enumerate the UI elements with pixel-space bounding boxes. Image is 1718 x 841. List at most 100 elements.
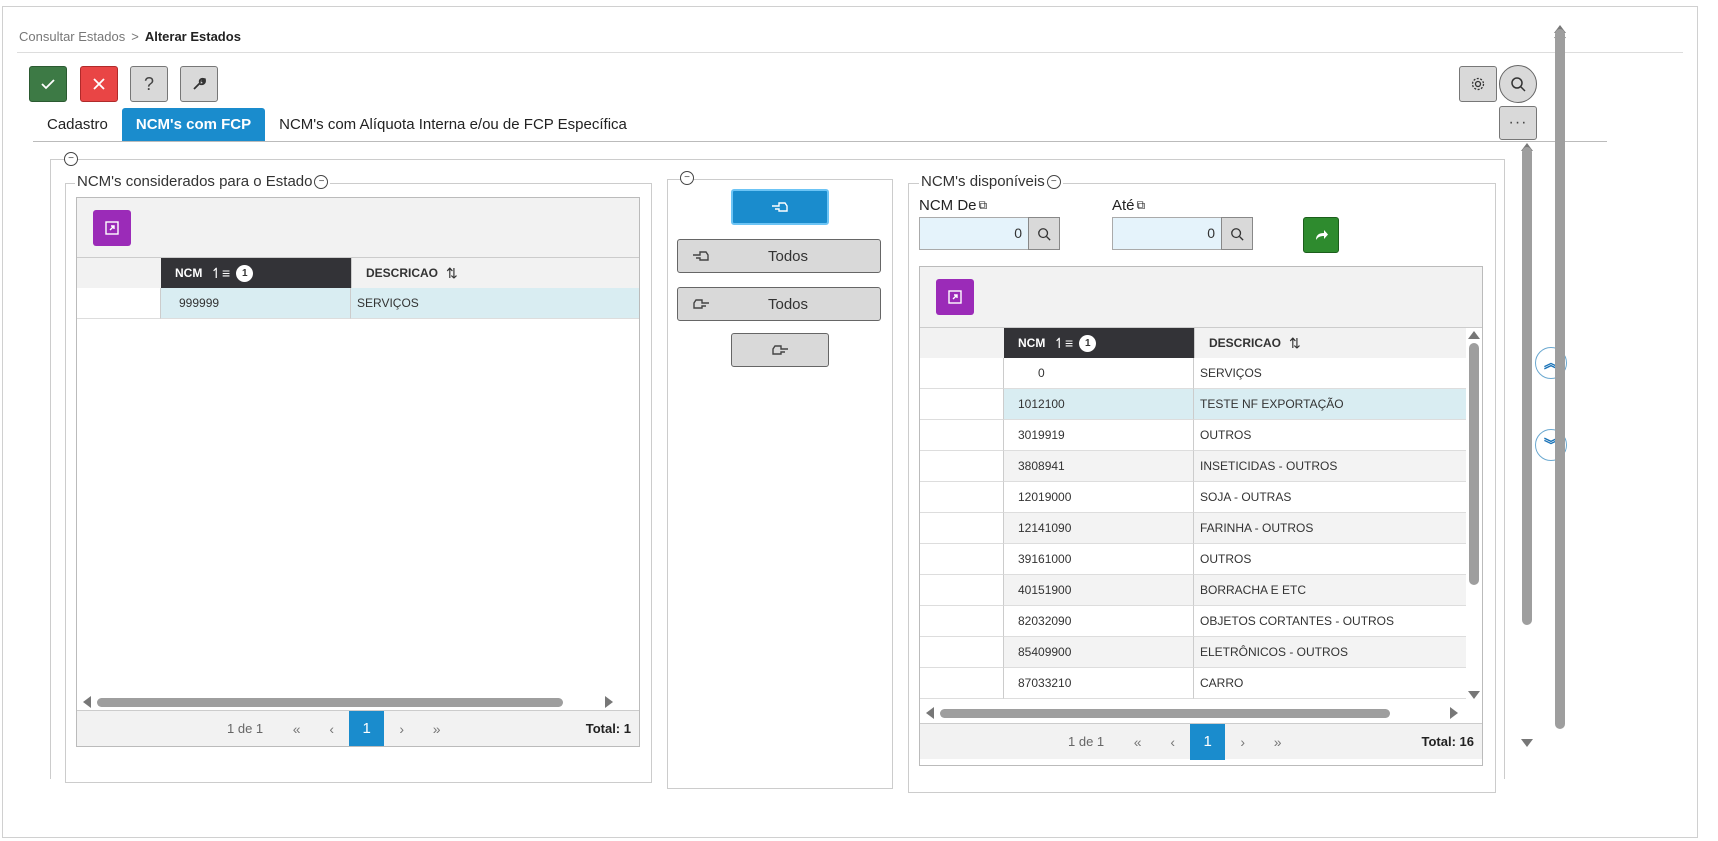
tools-button[interactable] [180, 66, 218, 102]
vertical-scrollbar[interactable] [1468, 331, 1480, 585]
share-arrow-icon [1316, 230, 1328, 240]
breadcrumb-parent[interactable]: Consultar Estados [19, 29, 125, 44]
row-selector[interactable] [920, 575, 1004, 606]
ncm-column-header[interactable]: NCM ↿≡ 1 [1004, 328, 1194, 358]
table-row[interactable]: 3808941 INSETICIDAS - OUTROS [920, 451, 1466, 482]
hand-point-left-icon [772, 202, 788, 212]
table-row[interactable]: 1012100 TESTE NF EXPORTAÇÃO [920, 389, 1466, 420]
sort-icon: ⇅ [1289, 334, 1301, 351]
ncm-from-input[interactable]: 0 [919, 217, 1029, 250]
row-selector[interactable] [920, 482, 1004, 513]
settings-button[interactable] [1459, 66, 1497, 102]
row-selector[interactable] [920, 637, 1004, 668]
copy-icon[interactable]: ⧉ [979, 198, 988, 213]
apply-filter-button[interactable] [1303, 217, 1339, 253]
tab-cadastro[interactable]: Cadastro [33, 108, 122, 142]
table-row[interactable]: 85409900 ELETRÔNICOS - OUTROS [920, 637, 1466, 668]
row-selector[interactable] [920, 389, 1004, 420]
scroll-right-icon[interactable] [605, 696, 613, 708]
add-selected-button[interactable] [731, 189, 829, 225]
horizontal-scrollbar[interactable] [926, 706, 1466, 720]
first-page-button[interactable]: « [279, 711, 314, 747]
last-page-button[interactable]: » [419, 711, 454, 747]
remove-all-button[interactable]: Todos [677, 287, 881, 321]
row-selector[interactable] [920, 513, 1004, 544]
ncm-to-search-button[interactable] [1221, 217, 1253, 250]
row-selector[interactable] [920, 420, 1004, 451]
row-selector-header [77, 258, 161, 288]
sort-order-badge: 1 [236, 264, 254, 282]
breadcrumb: Consultar Estados > Alterar Estados [19, 29, 241, 44]
scroll-down-icon[interactable] [1521, 739, 1533, 747]
check-icon [41, 79, 55, 90]
ncm-column-header[interactable]: NCM ↿≡ 1 [161, 258, 351, 288]
remove-selected-button[interactable] [731, 333, 829, 367]
table-row[interactable]: 40151900 BORRACHA E ETC [920, 575, 1466, 606]
right-pager: 1 de 1 « ‹ 1 › » Total: 16 [920, 723, 1482, 760]
table-row[interactable]: 12019000 SOJA - OUTRAS [920, 482, 1466, 513]
more-button[interactable]: ··· [1499, 106, 1537, 140]
row-selector[interactable] [920, 544, 1004, 575]
help-button[interactable]: ? [130, 66, 168, 102]
table-row[interactable]: 999999 SERVIÇOS [77, 288, 639, 319]
collapse-icon[interactable]: − [1046, 174, 1061, 189]
descricao-header-label: DESCRICAO [366, 266, 439, 280]
table-row[interactable]: 12141090 FARINHA - OUTROS [920, 513, 1466, 544]
confirm-button[interactable] [29, 66, 67, 102]
scrollbar-thumb[interactable] [940, 708, 1390, 718]
row-selector[interactable] [77, 288, 161, 319]
page-info: 1 de 1 [1068, 734, 1105, 749]
ncm-cell: 39161000 [1004, 544, 1194, 575]
ncm-to-input[interactable]: 0 [1112, 217, 1222, 250]
add-all-button[interactable]: Todos [677, 239, 881, 273]
ncm-cell: 40151900 [1004, 575, 1194, 606]
scroll-up-icon[interactable] [1468, 331, 1480, 339]
expand-button[interactable] [93, 210, 131, 246]
row-selector[interactable] [920, 668, 1004, 699]
scrollbar-thumb[interactable] [1555, 29, 1565, 729]
scroll-left-icon[interactable] [83, 696, 91, 708]
ncm-cell: 12141090 [1004, 513, 1194, 544]
table-row[interactable]: 87033210 CARRO [920, 668, 1466, 699]
prev-page-button[interactable]: ‹ [1155, 724, 1190, 760]
scroll-down-icon[interactable] [1468, 691, 1480, 699]
sort-order-badge: 1 [1079, 334, 1097, 352]
table-row[interactable]: 39161000 OUTROS [920, 544, 1466, 575]
horizontal-scrollbar[interactable] [83, 695, 623, 709]
table-row[interactable]: 0 SERVIÇOS [920, 358, 1466, 389]
page-vertical-scrollbar[interactable] [1554, 25, 1566, 729]
collapse-icon[interactable]: − [680, 171, 694, 185]
row-selector[interactable] [920, 606, 1004, 637]
row-selector[interactable] [920, 451, 1004, 482]
scroll-left-icon[interactable] [926, 707, 934, 719]
prev-page-button[interactable]: ‹ [314, 711, 349, 747]
search-button[interactable] [1499, 65, 1537, 103]
expand-button[interactable] [936, 279, 974, 315]
scrollbar-thumb[interactable] [97, 697, 563, 707]
tab-ncm-fcp[interactable]: NCM's com FCP [121, 108, 266, 142]
table-row[interactable]: 82032090 OBJETOS CORTANTES - OUTROS [920, 606, 1466, 637]
next-page-button[interactable]: › [1225, 724, 1260, 760]
last-page-button[interactable]: » [1260, 724, 1295, 760]
scrollbar-thumb[interactable] [1522, 147, 1532, 625]
next-page-button[interactable]: › [384, 711, 419, 747]
descricao-cell: FARINHA - OUTROS [1194, 513, 1466, 544]
table-row[interactable]: 3019919 OUTROS [920, 420, 1466, 451]
copy-icon[interactable]: ⧉ [1137, 198, 1146, 213]
ncm-from-search-button[interactable] [1028, 217, 1060, 250]
ncm-to-label: Até ⧉ [1112, 197, 1145, 214]
row-selector[interactable] [920, 358, 1004, 389]
descricao-column-header[interactable]: DESCRICAO ⇅ [1194, 328, 1466, 358]
cancel-button[interactable] [80, 66, 118, 102]
sort-icon: ⇅ [446, 264, 458, 281]
descricao-column-header[interactable]: DESCRICAO ⇅ [351, 258, 639, 288]
tab-ncm-aliquota[interactable]: NCM's com Alíquota Interna e/ou de FCP E… [265, 108, 641, 142]
inner-vertical-scrollbar[interactable] [1521, 143, 1533, 625]
current-page-button[interactable]: 1 [349, 710, 385, 746]
scroll-right-icon[interactable] [1450, 707, 1458, 719]
scrollbar-thumb[interactable] [1469, 343, 1479, 585]
current-page-button[interactable]: 1 [1190, 723, 1226, 760]
first-page-button[interactable]: « [1120, 724, 1155, 760]
collapse-icon[interactable]: − [64, 152, 78, 166]
collapse-icon[interactable]: − [314, 174, 329, 189]
